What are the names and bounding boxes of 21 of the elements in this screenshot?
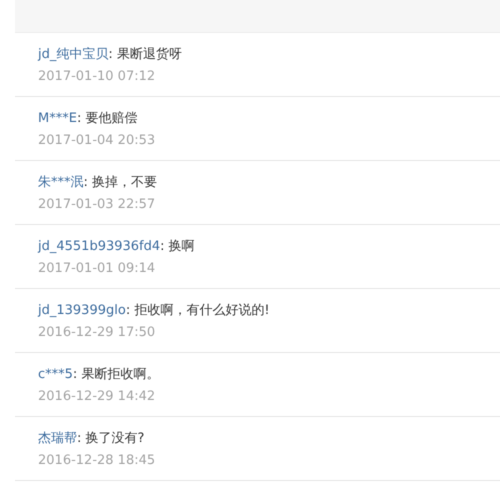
user-link[interactable]: jd_4551b93936fd4 bbox=[38, 239, 160, 254]
comment-text: c***5: 果断拒收啊。 bbox=[38, 366, 160, 384]
comment-text: jd_纯中宝贝: 果断退货呀 bbox=[38, 46, 183, 64]
comment-time: 2016-12-29 17:50 bbox=[38, 324, 156, 342]
comment-time: 2016-12-29 14:42 bbox=[38, 388, 156, 406]
comment-text: 朱***泯: 换掉，不要 bbox=[38, 174, 158, 192]
comment-text: M***E: 要他赔偿 bbox=[38, 110, 138, 128]
comment-time: 2017-01-03 22:57 bbox=[38, 196, 156, 214]
comment-text: jd_4551b93936fd4: 换啊 bbox=[38, 238, 196, 256]
user-link[interactable]: c***5 bbox=[38, 367, 73, 382]
comment-text: jd_139399glo: 拒收啊，有什么好说的! bbox=[38, 302, 271, 320]
user-link[interactable]: jd_纯中宝贝 bbox=[38, 47, 108, 62]
comment-time: 2017-01-10 07:12 bbox=[38, 68, 156, 86]
comment-time: 2017-01-01 09:14 bbox=[38, 260, 156, 278]
user-link[interactable]: jd_139399glo bbox=[38, 303, 126, 318]
user-link[interactable]: 杰瑞帮 bbox=[38, 431, 77, 446]
user-link[interactable]: 朱***泯 bbox=[38, 175, 84, 190]
comment-text: 杰瑞帮: 换了没有? bbox=[38, 430, 146, 448]
comment-time: 2016-12-28 18:45 bbox=[38, 452, 156, 470]
user-link[interactable]: M***E bbox=[38, 111, 77, 126]
comment-time: 2017-01-04 20:53 bbox=[38, 132, 156, 150]
